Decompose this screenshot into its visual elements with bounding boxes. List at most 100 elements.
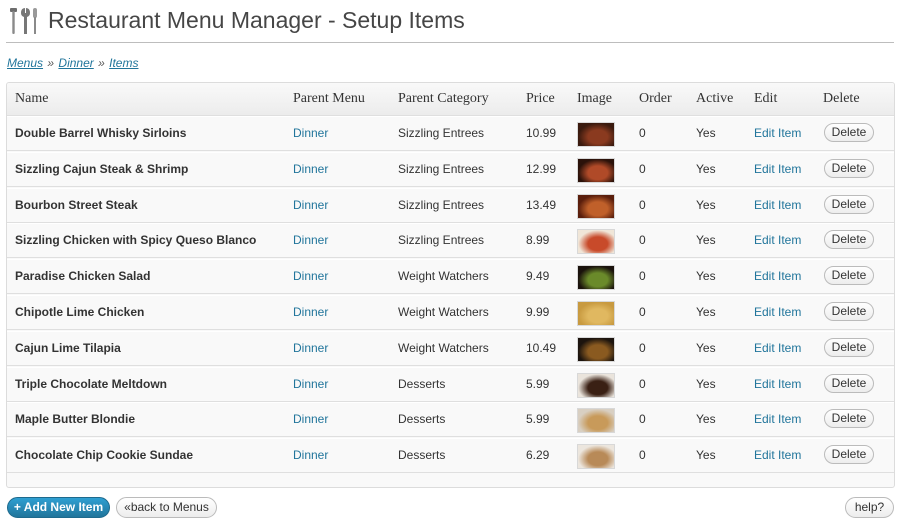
item-order: 0: [639, 161, 646, 176]
column-header-active[interactable]: Active: [696, 91, 733, 107]
page-title: Restaurant Menu Manager - Setup Items: [48, 7, 465, 33]
item-order: 0: [639, 269, 646, 284]
item-active-status: Yes: [696, 305, 716, 319]
edit-item-link[interactable]: Edit Item: [754, 162, 801, 176]
table-row: Bourbon Street Steak Dinner Sizzling Entre…: [7, 187, 894, 223]
column-header-parent-menu[interactable]: Parent Menu: [293, 91, 365, 107]
header-divider: [6, 42, 894, 43]
item-thumbnail-image[interactable]: [577, 408, 615, 434]
item-thumbnail-image[interactable]: [577, 444, 615, 470]
delete-item-button[interactable]: Delete: [824, 123, 874, 142]
parent-menu-link[interactable]: Dinner: [293, 412, 328, 426]
table-row: Paradise Chicken Salad Dinner Weight Watch…: [7, 259, 894, 295]
item-thumbnail-image[interactable]: [577, 372, 615, 398]
page-header: Restaurant Menu Manager - Setup Items: [8, 3, 894, 41]
item-thumbnail-image[interactable]: [577, 157, 615, 183]
edit-item-link[interactable]: Edit Item: [754, 412, 801, 426]
item-price: 6.29: [526, 448, 550, 463]
item-price: 13.49: [526, 197, 557, 212]
column-header-name[interactable]: Name: [15, 91, 48, 107]
delete-item-button[interactable]: Delete: [824, 266, 874, 286]
table-row: Sizzling Chicken with Spicy Queso Blanco…: [7, 223, 894, 259]
delete-item-button[interactable]: Delete: [824, 158, 874, 178]
delete-item-button[interactable]: Delete: [824, 445, 874, 465]
item-active-status: Yes: [696, 161, 716, 176]
column-header-price[interactable]: Price: [526, 91, 555, 107]
table-row: Maple Butter Blondie Dinner Desserts 5.99 0 Y…: [7, 402, 894, 438]
item-name: Sizzling Cajun Steak & Shrimp: [15, 161, 189, 176]
delete-item-button[interactable]: Delete: [824, 194, 874, 214]
item-price: 12.99: [526, 161, 557, 176]
item-thumbnail-image[interactable]: [577, 265, 615, 291]
edit-item-link[interactable]: Edit Item: [754, 377, 801, 391]
column-header-order[interactable]: Order: [639, 91, 672, 107]
table-row: Chipotle Lime Chicken Dinner Weight Watche…: [7, 295, 894, 330]
item-price: 5.99: [526, 412, 550, 427]
column-header-edit: Edit: [754, 91, 778, 106]
delete-item-button[interactable]: Delete: [824, 302, 874, 321]
item-price: 9.49: [526, 269, 550, 284]
parent-menu-link[interactable]: Dinner: [293, 126, 328, 140]
parent-category: Desserts: [398, 412, 446, 427]
item-name: Chocolate Chip Cookie Sundae: [15, 448, 194, 463]
edit-item-link[interactable]: Edit Item: [754, 233, 801, 247]
column-header-parent-category[interactable]: Parent Category: [398, 91, 489, 107]
item-thumbnail-image[interactable]: [577, 193, 615, 219]
help-button[interactable]: help?: [845, 497, 894, 518]
breadcrumb-menus-link[interactable]: Menus: [7, 56, 43, 70]
table-row: Sizzling Cajun Steak & Shrimp Dinner Sizzl…: [7, 151, 894, 187]
parent-menu-link[interactable]: Dinner: [293, 377, 328, 391]
item-order: 0: [639, 448, 646, 463]
parent-menu-link[interactable]: Dinner: [293, 341, 328, 355]
table-row: Chocolate Chip Cookie Sundae Dinner Desser…: [7, 438, 894, 474]
item-active-status: Yes: [696, 340, 716, 355]
item-order: 0: [639, 305, 646, 319]
item-active-status: Yes: [696, 269, 716, 284]
parent-menu-link[interactable]: Dinner: [293, 233, 328, 247]
item-thumbnail-image[interactable]: [577, 122, 615, 147]
item-name: Triple Chocolate Meltdown: [15, 376, 168, 391]
breadcrumb-items-link[interactable]: Items: [109, 56, 138, 70]
table-row: Cajun Lime Tilapia Dinner Weight Watchers 1…: [7, 330, 894, 366]
delete-item-button[interactable]: Delete: [824, 337, 874, 357]
delete-item-button[interactable]: Delete: [824, 409, 874, 429]
breadcrumb: Menus » Dinner » Items: [7, 56, 138, 70]
edit-item-link[interactable]: Edit Item: [754, 198, 801, 212]
add-new-item-button[interactable]: + Add New Item: [7, 497, 110, 518]
breadcrumb-separator: »: [98, 56, 105, 70]
parent-menu-link[interactable]: Dinner: [293, 198, 328, 212]
parent-category: Sizzling Entrees: [398, 233, 485, 248]
table-header: Name Parent Menu Parent Category Price I…: [7, 83, 894, 116]
item-price: 10.99: [526, 126, 557, 140]
item-thumbnail-image[interactable]: [577, 336, 615, 362]
item-price: 5.99: [526, 376, 550, 391]
parent-menu-link[interactable]: Dinner: [293, 269, 328, 283]
item-order: 0: [639, 126, 646, 140]
edit-item-link[interactable]: Edit Item: [754, 269, 801, 283]
parent-menu-link[interactable]: Dinner: [293, 162, 328, 176]
item-order: 0: [639, 340, 646, 355]
item-thumbnail-image[interactable]: [577, 229, 615, 255]
back-to-menus-button[interactable]: «back to Menus: [116, 497, 217, 518]
item-active-status: Yes: [696, 126, 716, 140]
delete-item-button[interactable]: Delete: [824, 230, 874, 250]
breadcrumb-dinner-link[interactable]: Dinner: [58, 56, 93, 70]
table-row: Double Barrel Whisky Sirloins Dinner Sizzl…: [7, 116, 894, 151]
item-thumbnail-image[interactable]: [577, 301, 615, 326]
parent-menu-link[interactable]: Dinner: [293, 305, 328, 319]
parent-menu-link[interactable]: Dinner: [293, 448, 328, 462]
column-header-delete: Delete: [823, 91, 860, 106]
parent-category: Desserts: [398, 376, 446, 391]
delete-item-button[interactable]: Delete: [824, 373, 874, 393]
edit-item-link[interactable]: Edit Item: [754, 305, 801, 319]
edit-item-link[interactable]: Edit Item: [754, 126, 801, 140]
edit-item-link[interactable]: Edit Item: [754, 448, 801, 462]
parent-category: Sizzling Entrees: [398, 197, 485, 212]
parent-category: Sizzling Entrees: [398, 126, 485, 140]
item-name: Maple Butter Blondie: [15, 412, 136, 427]
item-order: 0: [639, 376, 646, 391]
item-name: Cajun Lime Tilapia: [15, 340, 121, 355]
item-active-status: Yes: [696, 412, 716, 427]
edit-item-link[interactable]: Edit Item: [754, 341, 801, 355]
column-header-image: Image: [577, 91, 612, 106]
